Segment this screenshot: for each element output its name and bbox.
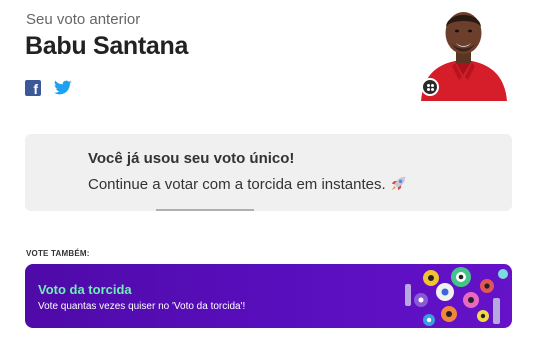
vote-used-notice: Você já usou seu voto único! Continue a … xyxy=(25,134,512,211)
voto-da-torcida-banner[interactable]: Voto da torcida Vote quantas vezes quise… xyxy=(25,264,512,328)
candidate-name: Babu Santana xyxy=(25,32,189,60)
notice-message: Continue a votar com a torcida em instan… xyxy=(88,176,386,193)
photo-menu-button[interactable] xyxy=(421,78,439,96)
progress-bar xyxy=(156,209,254,211)
notice-text: Continue a votar com a torcida em instan… xyxy=(88,175,407,193)
rocket-icon xyxy=(391,176,405,191)
facebook-icon[interactable]: f xyxy=(25,80,41,97)
share-buttons: f xyxy=(25,80,72,97)
eye-characters-illustration xyxy=(405,267,508,326)
twitter-icon[interactable] xyxy=(54,80,72,96)
banner-subtitle: Vote quantas vezes quiser no 'Voto da to… xyxy=(38,301,246,312)
vote-also-label: VOTE TAMBÉM: xyxy=(26,249,90,258)
banner-title: Voto da torcida xyxy=(38,282,132,297)
notice-title: Você já usou seu voto único! xyxy=(88,150,295,167)
previous-vote-label: Seu voto anterior xyxy=(26,11,141,28)
